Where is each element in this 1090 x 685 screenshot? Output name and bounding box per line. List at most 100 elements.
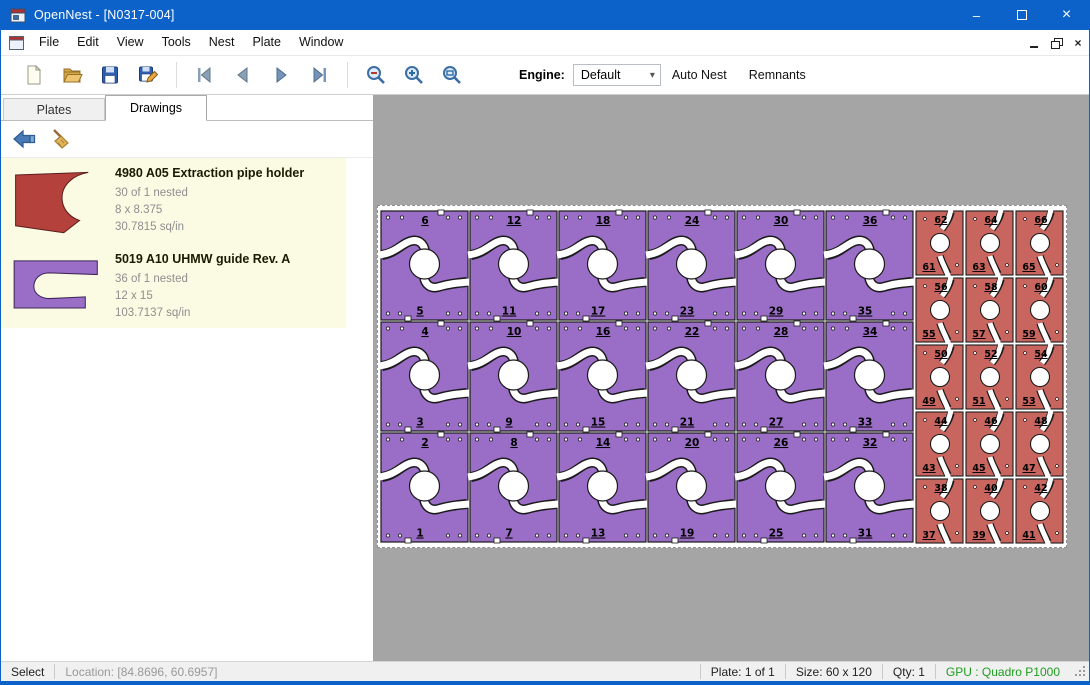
nest-cell-red[interactable]: 56 55 [916,276,963,345]
svg-text:15: 15 [591,417,606,429]
menu-plate[interactable]: Plate [243,30,290,55]
save-as-icon[interactable] [132,59,164,91]
nest-cell-purple[interactable]: 2 1 [379,432,470,543]
nest-cell-red[interactable]: 38 37 [916,477,963,546]
close-icon[interactable]: × [1044,0,1089,30]
previous-plate-icon[interactable] [227,59,259,91]
nest-cell-purple[interactable]: 28 27 [735,321,826,432]
nest-cell-red[interactable]: 40 39 [966,477,1013,546]
nest-cell-purple[interactable]: 16 15 [557,321,648,432]
tab-plates[interactable]: Plates [3,98,105,120]
nest-canvas[interactable]: 6 5 12 11 18 17 24 23 30 29 36 35 4 3 10… [373,95,1089,661]
nest-cell-purple[interactable]: 18 17 [557,210,648,321]
nest-cell-purple[interactable]: 20 19 [646,432,737,543]
nest-cell-purple[interactable]: 24 23 [646,210,737,321]
zoom-fit-icon[interactable] [436,59,468,91]
nest-cell-purple[interactable]: 4 3 [379,321,470,432]
drawing-size: 12 x 15 [115,288,340,305]
zoom-out-icon[interactable] [360,59,392,91]
nest-cell-red[interactable]: 42 41 [1016,477,1063,546]
remnants-button[interactable]: Remnants [738,56,817,94]
nest-cell-purple[interactable]: 6 5 [379,210,470,321]
svg-text:10: 10 [507,326,522,338]
first-plate-icon[interactable] [189,59,221,91]
svg-text:16: 16 [596,326,611,338]
open-folder-icon[interactable] [56,59,88,91]
mdi-close-icon[interactable]: × [1067,32,1089,54]
tab-drawings[interactable]: Drawings [105,95,207,121]
nest-cell-red[interactable]: 46 45 [966,410,1013,479]
svg-text:62: 62 [934,215,947,226]
svg-text:8: 8 [510,437,517,449]
engine-select[interactable]: Default ▾ [573,64,661,86]
svg-text:43: 43 [922,463,935,474]
nest-cell-purple[interactable]: 34 33 [824,321,915,432]
svg-text:30: 30 [774,215,789,227]
nest-cell-red[interactable]: 48 47 [1016,410,1063,479]
nest-cell-purple[interactable]: 32 31 [824,432,915,543]
next-plate-icon[interactable] [265,59,297,91]
maximize-icon[interactable] [999,0,1044,30]
import-arrow-icon[interactable] [9,124,39,154]
nest-cell-purple[interactable]: 36 35 [824,210,915,321]
svg-text:66: 66 [1034,215,1048,226]
nest-cell-purple[interactable]: 26 25 [735,432,826,543]
menu-tools[interactable]: Tools [153,30,200,55]
mdi-restore-icon[interactable] [1045,32,1067,54]
nest-cell-red[interactable]: 52 51 [966,343,1013,412]
nest-cell-purple[interactable]: 10 9 [468,321,559,432]
svg-text:48: 48 [1034,416,1048,427]
nest-cell-purple[interactable]: 12 11 [468,210,559,321]
mdi-minimize-icon[interactable] [1023,32,1045,54]
nest-cell-red[interactable]: 58 57 [966,276,1013,345]
new-file-icon[interactable] [18,59,50,91]
svg-text:34: 34 [863,326,878,338]
nest-cell-red[interactable]: 62 61 [916,209,963,278]
window-title: OpenNest - [N0317-004] [34,8,175,22]
drawing-item[interactable]: 5019 A10 UHMW guide Rev. A 36 of 1 neste… [1,244,346,328]
mdi-document-icon[interactable] [9,36,24,50]
svg-text:26: 26 [774,437,789,449]
main-toolbar: Engine: Default ▾ Auto Nest Remnants [1,56,1089,95]
title-bar[interactable]: OpenNest - [N0317-004] – × [1,0,1089,30]
drawing-size: 8 x 8.375 [115,202,340,219]
window-bottom-border [1,681,1089,685]
minimize-icon[interactable]: – [954,0,999,30]
nest-cell-red[interactable]: 66 65 [1016,209,1063,278]
svg-text:28: 28 [774,326,789,338]
nest-cell-purple[interactable]: 8 7 [468,432,559,543]
zoom-in-icon[interactable] [398,59,430,91]
app-window: OpenNest - [N0317-004] – × File Edit Vie… [0,0,1090,685]
drawing-item[interactable]: 4980 A05 Extraction pipe holder 30 of 1 … [1,158,346,244]
plate[interactable]: 6 5 12 11 18 17 24 23 30 29 36 35 4 3 10… [377,205,1067,548]
drawing-area: 103.7137 sq/in [115,305,340,322]
nest-cell-purple[interactable]: 30 29 [735,210,826,321]
menu-window[interactable]: Window [290,30,352,55]
menu-nest[interactable]: Nest [200,30,244,55]
menu-view[interactable]: View [108,30,153,55]
status-size: Size: 60 x 120 [786,665,882,679]
svg-text:39: 39 [972,530,985,541]
nest-cell-red[interactable]: 50 49 [916,343,963,412]
svg-text:23: 23 [680,306,695,318]
svg-text:63: 63 [972,262,985,273]
nest-cell-purple[interactable]: 14 13 [557,432,648,543]
save-icon[interactable] [94,59,126,91]
auto-nest-button[interactable]: Auto Nest [661,56,738,94]
nest-cell-red[interactable]: 60 59 [1016,276,1063,345]
svg-text:6: 6 [421,215,428,227]
svg-text:17: 17 [591,306,606,318]
nest-cell-red[interactable]: 54 53 [1016,343,1063,412]
svg-text:38: 38 [934,483,948,494]
last-plate-icon[interactable] [303,59,335,91]
svg-text:18: 18 [596,215,611,227]
svg-text:36: 36 [863,215,878,227]
resize-grip-icon[interactable] [1074,665,1087,678]
drawing-list: 4980 A05 Extraction pipe holder 30 of 1 … [1,158,346,328]
clean-brush-icon[interactable] [45,124,75,154]
menu-edit[interactable]: Edit [68,30,108,55]
nest-cell-red[interactable]: 44 43 [916,410,963,479]
nest-cell-red[interactable]: 64 63 [966,209,1013,278]
nest-cell-purple[interactable]: 22 21 [646,321,737,432]
menu-file[interactable]: File [30,30,68,55]
